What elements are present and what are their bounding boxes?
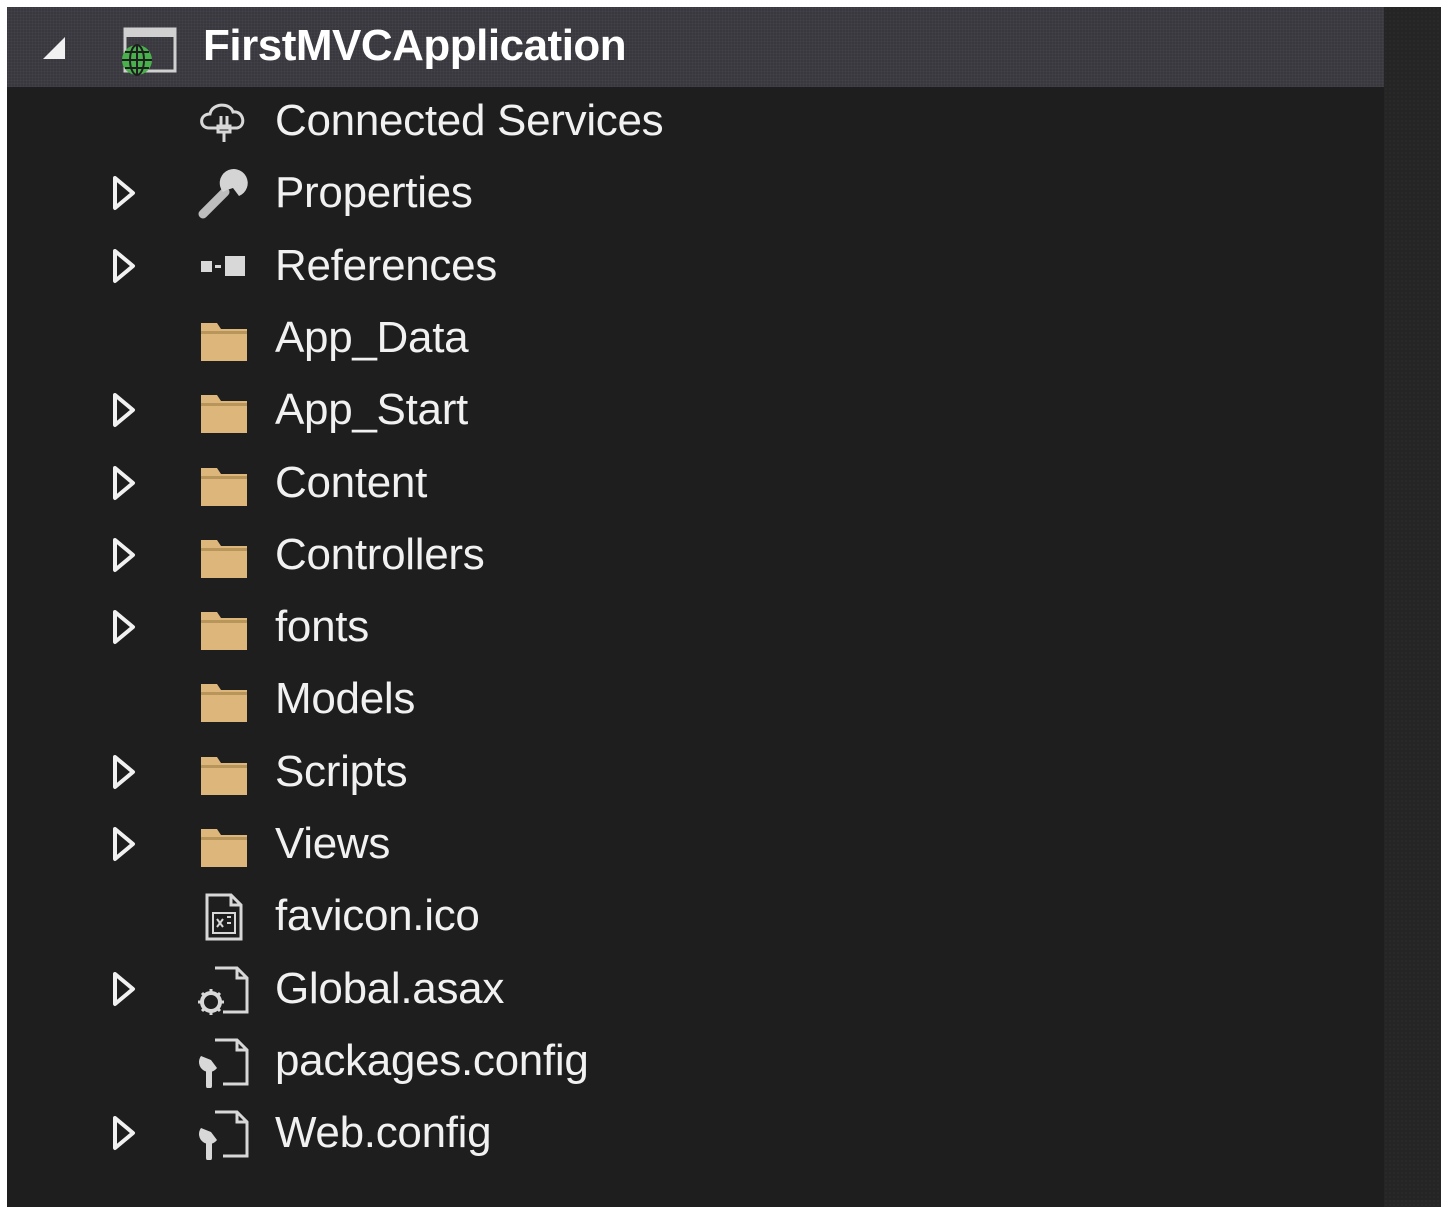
tree-item-label: References <box>275 240 498 290</box>
tree-item-label: Models <box>275 674 416 724</box>
web-project-icon <box>122 27 177 76</box>
tree-item-label: Views <box>275 819 391 868</box>
expand-arrow-icon[interactable] <box>111 753 137 791</box>
tree-item-favicon-ico[interactable]: favicon.ico <box>7 882 1384 954</box>
cloud-plug-icon <box>200 103 245 142</box>
project-title: FirstMVCApplication <box>203 21 627 70</box>
icon-file-icon <box>205 893 243 941</box>
expand-arrow-icon[interactable] <box>111 825 137 863</box>
config-file-icon <box>199 1110 249 1161</box>
tree-item-label: Scripts <box>275 746 408 796</box>
expand-arrow-icon[interactable] <box>111 391 137 429</box>
tree-item-label: Global.asax <box>275 963 505 1013</box>
tree-item-controllers[interactable]: Controllers <box>7 521 1384 593</box>
expand-arrow-icon[interactable] <box>111 247 137 285</box>
expand-arrow-icon[interactable] <box>111 464 137 502</box>
tree-item-references[interactable]: References <box>7 232 1384 304</box>
expand-arrow-icon[interactable] <box>111 174 137 212</box>
tree-item-views[interactable]: Views <box>7 810 1384 882</box>
tree-item-label: Properties <box>275 168 473 218</box>
tree-item-label: App_Start <box>275 385 468 435</box>
folder-icon <box>201 756 247 795</box>
tree-item-fonts[interactable]: fonts <box>7 593 1384 665</box>
tree-item-label: Content <box>275 457 428 507</box>
folder-icon <box>201 322 247 361</box>
wrench-icon <box>198 169 248 219</box>
tree-item-app-start[interactable]: App_Start <box>7 376 1384 448</box>
tree-item-label: fonts <box>275 602 369 652</box>
expand-arrow-icon[interactable] <box>111 970 137 1008</box>
references-icon <box>201 255 245 276</box>
tree-item-models[interactable]: Models <box>7 665 1384 737</box>
tree-item-web-config[interactable]: Web.config <box>7 1099 1384 1171</box>
folder-icon <box>201 467 247 506</box>
config-file-icon <box>199 1038 249 1088</box>
folder-icon <box>201 539 247 578</box>
tree-item-scripts[interactable]: Scripts <box>7 738 1384 810</box>
tree-item-label: packages.config <box>275 1035 589 1085</box>
collapse-arrow-icon[interactable] <box>43 37 65 59</box>
tree-item-label: favicon.ico <box>275 891 480 941</box>
tree-item-packages-config[interactable]: packages.config <box>7 1027 1384 1099</box>
tree-item-properties[interactable]: Properties <box>7 159 1384 231</box>
tree-item-app-data[interactable]: App_Data <box>7 304 1384 376</box>
tree-item-label: Web.config <box>275 1108 492 1158</box>
tree-item-global-asax[interactable]: Global.asax <box>7 955 1384 1027</box>
expand-arrow-icon[interactable] <box>111 608 137 646</box>
folder-icon <box>201 612 247 651</box>
vertical-scrollbar[interactable] <box>1384 7 1441 1207</box>
project-node[interactable]: FirstMVCApplication <box>7 7 1384 87</box>
folder-icon <box>201 829 247 867</box>
expand-arrow-icon[interactable] <box>111 1114 137 1152</box>
tree-item-label: App_Data <box>275 312 469 362</box>
expand-arrow-icon[interactable] <box>111 536 137 574</box>
folder-icon <box>201 684 247 723</box>
tree-item-content[interactable]: Content <box>7 449 1384 521</box>
tree-item-label: Connected Services <box>275 96 664 145</box>
tree-item-label: Controllers <box>275 529 485 579</box>
gear-file-icon <box>198 966 249 1015</box>
tree-item-connected-services[interactable]: Connected Services <box>7 87 1384 159</box>
solution-explorer-panel: FirstMVCApplication Connected Services Pr… <box>7 7 1441 1207</box>
folder-icon <box>201 395 247 434</box>
